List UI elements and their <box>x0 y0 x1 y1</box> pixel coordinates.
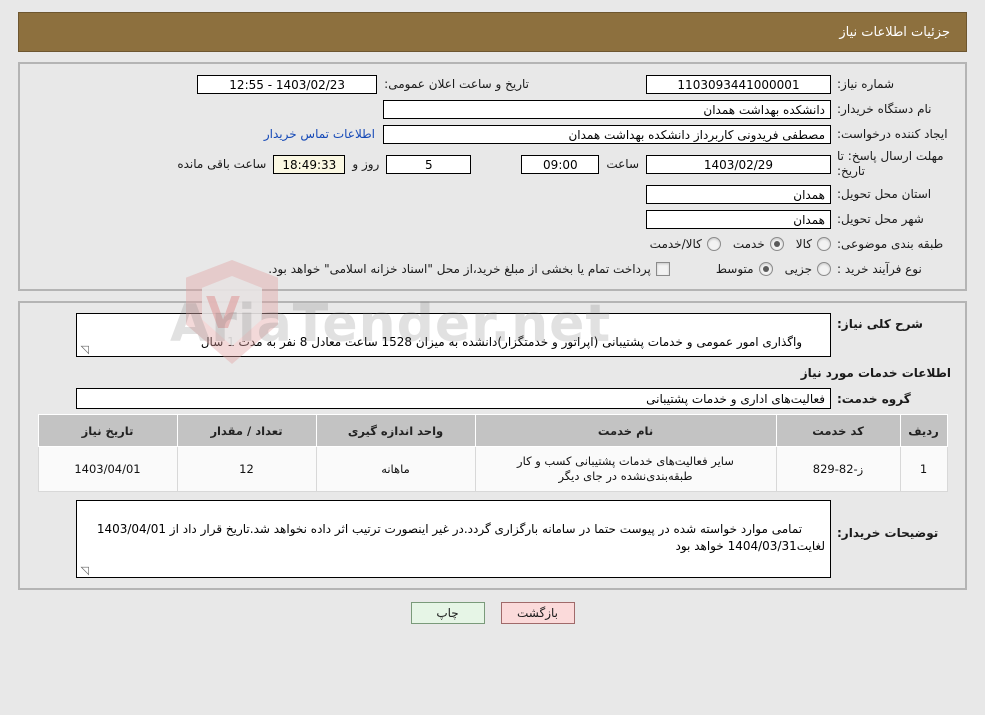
row-process: نوع فرآیند خرید : جزیی متوسط پرداخت تمام… <box>30 259 955 279</box>
remaining-days-field: 5 <box>386 154 472 174</box>
city-field: همدان <box>646 209 831 229</box>
radio-category-khedmat[interactable] <box>769 237 784 251</box>
need-details-panel: شرح کلی نیاز: واگذاری امور عمومی و خدمات… <box>18 301 967 590</box>
need-number-field: 1103093441000001 <box>646 74 831 94</box>
buyer-org-field: دانشکده بهداشت همدان <box>383 99 831 119</box>
service-group-label: گروه خدمت: <box>837 391 911 406</box>
col-code: کد خدمت <box>775 414 901 447</box>
need-number-label: شماره نیاز: <box>837 77 894 91</box>
buyer-org-label: نام دستگاه خریدار: <box>837 102 932 116</box>
footer-button-bar: بازگشت چاپ <box>0 602 985 624</box>
radio-category-kala[interactable] <box>817 237 831 251</box>
radio-category-kala-label: کالا <box>795 237 812 251</box>
process-label: نوع فرآیند خرید : <box>837 262 922 276</box>
radio-category-kala-khedmat-label: کالا/خدمت <box>649 237 702 251</box>
creator-field: مصطفی فریدونی کاربرداز دانشکده بهداشت هم… <box>383 124 831 144</box>
table-header-row: ردیف کد خدمت نام خدمت واحد اندازه گیری ت… <box>37 414 948 447</box>
col-qty: تعداد / مقدار <box>176 414 317 447</box>
radio-category-kala-khedmat[interactable] <box>706 237 721 251</box>
row-service-group: گروه خدمت: فعالیت‌های اداری و خدمات پشتی… <box>30 388 955 409</box>
row-buyer-org: نام دستگاه خریدار: دانشکده بهداشت همدان <box>30 99 955 119</box>
row-deadline: مهلت ارسال پاسخ: تا تاریخ: 1403/02/29 سا… <box>30 149 955 179</box>
city-label: شهر محل تحویل: <box>837 212 924 226</box>
service-group-field: فعالیت‌های اداری و خدمات پشتیبانی <box>76 388 831 409</box>
overview-textarea[interactable]: واگذاری امور عمومی و خدمات پشتیبانی (اپر… <box>76 313 831 357</box>
overview-label: شرح کلی نیاز: <box>831 313 955 331</box>
cell-unit: ماهانه <box>315 446 476 492</box>
checkbox-treasury-bond[interactable] <box>655 262 670 276</box>
province-label: استان محل تحویل: <box>837 187 932 201</box>
row-city: شهر محل تحویل: همدان <box>30 209 955 229</box>
countdown-label: ساعت باقی مانده <box>177 157 267 171</box>
page-title: جزئیات اطلاعات نیاز <box>839 24 950 40</box>
row-need-number: شماره نیاز: 1103093441000001 تاریخ و ساع… <box>30 74 955 94</box>
category-label: طبقه بندی موضوعی: <box>837 237 944 251</box>
checkbox-treasury-bond-label: پرداخت تمام یا بخشی از مبلغ خرید،از محل … <box>268 262 651 276</box>
creator-label: ایجاد کننده درخواست: <box>837 127 948 141</box>
table-row: 1 ز-82-829 سایر فعالیت‌های خدمات پشتیبان… <box>37 446 948 492</box>
services-table: ردیف کد خدمت نام خدمت واحد اندازه گیری ت… <box>37 414 948 492</box>
buyer-notes-label: توضیحات خریدار: <box>837 526 939 540</box>
radio-process-motevasset[interactable] <box>758 262 773 276</box>
radio-category-khedmat-label: خدمت <box>732 237 765 251</box>
row-province: استان محل تحویل: همدان <box>30 184 955 204</box>
buyer-notes-text: تمامی موارد خواسته شده در پیوست حتما در … <box>92 522 825 553</box>
buyer-notes-textarea[interactable]: تمامی موارد خواسته شده در پیوست حتما در … <box>76 500 831 578</box>
row-category: طبقه بندی موضوعی: کالا خدمت کالا/خدمت <box>30 234 955 254</box>
cell-date: 1403/04/01 <box>37 446 178 492</box>
resize-grip-icon[interactable]: ◹ <box>79 344 89 355</box>
radio-process-jozei[interactable] <box>817 262 831 276</box>
col-date: تاریخ نیاز <box>37 414 178 447</box>
services-section-title: اطلاعات خدمات مورد نیاز <box>800 366 951 380</box>
buyer-contact-link[interactable]: اطلاعات تماس خریدار <box>264 127 383 141</box>
row-overview: شرح کلی نیاز: واگذاری امور عمومی و خدمات… <box>30 313 955 357</box>
province-field: همدان <box>646 184 831 204</box>
resize-grip-icon[interactable]: ◹ <box>79 565 89 576</box>
col-unit: واحد اندازه گیری <box>315 414 476 447</box>
days-label: روز و <box>352 157 380 171</box>
row-buyer-notes: توضیحات خریدار: تمامی موارد خواسته شده د… <box>30 500 955 578</box>
deadline-label: مهلت ارسال پاسخ: تا تاریخ: <box>837 149 944 178</box>
cell-qty: 12 <box>176 446 317 492</box>
need-summary-panel: شماره نیاز: 1103093441000001 تاریخ و ساع… <box>18 62 967 291</box>
overview-text: واگذاری امور عمومی و خدمات پشتیبانی (اپر… <box>200 335 803 349</box>
deadline-date-field: 1403/02/29 <box>646 154 831 174</box>
announce-datetime-field: 1403/02/23 - 12:55 <box>197 74 378 94</box>
back-button[interactable]: بازگشت <box>500 602 575 624</box>
announce-label: تاریخ و ساعت اعلان عمومی: <box>384 77 529 91</box>
cell-name: سایر فعالیت‌های خدمات پشتیبانی کسب و کار… <box>474 446 777 492</box>
countdown-field: 18:49:33 <box>273 154 346 174</box>
col-name: نام خدمت <box>474 414 777 447</box>
deadline-time-field: 09:00 <box>521 154 600 174</box>
radio-process-jozei-label: جزیی <box>784 262 812 276</box>
print-button[interactable]: چاپ <box>410 602 485 624</box>
col-index: ردیف <box>899 414 948 447</box>
overview-label-text: شرح کلی نیاز: <box>837 317 923 331</box>
row-creator: ایجاد کننده درخواست: مصطفی فریدونی کاربر… <box>30 124 955 144</box>
page-header: جزئیات اطلاعات نیاز <box>18 12 967 52</box>
hour-label: ساعت <box>606 157 639 171</box>
cell-code: ز-82-829 <box>775 446 901 492</box>
cell-index: 1 <box>899 446 948 492</box>
radio-process-motevasset-label: متوسط <box>715 262 754 276</box>
